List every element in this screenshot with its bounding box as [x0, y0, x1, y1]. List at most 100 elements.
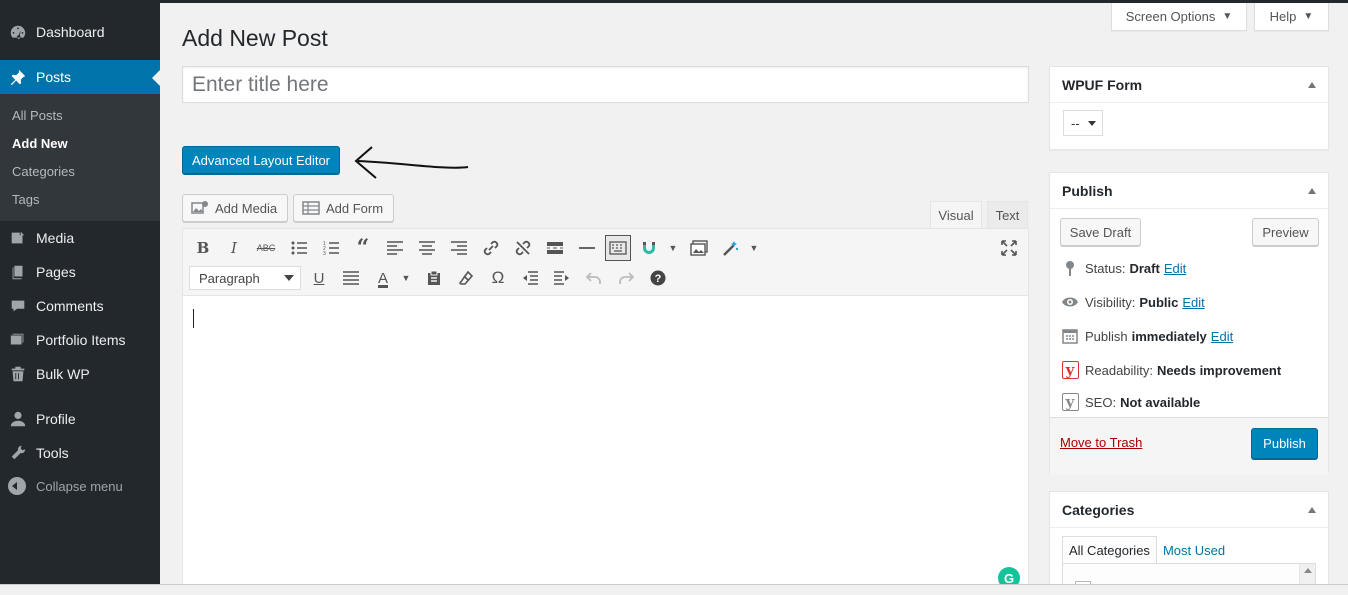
edit-visibility-link[interactable]: Edit	[1182, 295, 1204, 310]
remove-link-icon[interactable]	[510, 235, 536, 261]
collapse-arrow-icon[interactable]	[1308, 82, 1316, 88]
insert-link-icon[interactable]	[478, 235, 504, 261]
tab-text[interactable]: Text	[987, 201, 1028, 229]
align-left-icon[interactable]	[382, 235, 408, 261]
help-button[interactable]: Help ▼	[1254, 3, 1329, 31]
indent-icon[interactable]	[549, 265, 575, 291]
taskbar-strip	[0, 584, 1348, 595]
wrench-icon	[8, 443, 28, 463]
sidebar-item-profile[interactable]: Profile	[0, 402, 160, 436]
sidebar-item-portfolio-items[interactable]: Portfolio Items	[0, 323, 160, 357]
collapse-label: Collapse menu	[36, 478, 123, 494]
submenu-all-posts[interactable]: All Posts	[12, 108, 63, 123]
undo-icon[interactable]	[581, 265, 607, 291]
status-label: Status:	[1085, 260, 1126, 276]
publish-header[interactable]: Publish	[1050, 173, 1328, 209]
readability-label: Readability:	[1085, 362, 1153, 378]
caret-down-icon[interactable]: ▼	[741, 235, 767, 261]
category-tabs: All Categories Most Used	[1062, 536, 1231, 564]
pin-icon	[1060, 258, 1080, 278]
redo-icon[interactable]	[613, 265, 639, 291]
sidebar-item-bulk-wp[interactable]: Bulk WP	[0, 357, 160, 391]
sidebar-item-dashboard[interactable]: Dashboard	[0, 15, 160, 49]
sidebar-item-label: Dashboard	[36, 24, 105, 40]
post-title-input[interactable]	[182, 66, 1029, 103]
format-select-value: Paragraph	[199, 270, 260, 286]
advanced-layout-editor-button[interactable]: Advanced Layout Editor	[182, 146, 340, 174]
horizontal-line-icon[interactable]	[574, 235, 600, 261]
blockquote-icon[interactable]: “	[350, 235, 376, 261]
collapse-arrow-icon[interactable]	[1308, 507, 1316, 513]
move-to-trash-link[interactable]: Move to Trash	[1060, 435, 1142, 450]
submenu-categories[interactable]: Categories	[12, 164, 75, 179]
editor-toolbar: B I ABC 123 “ ▼ ▼ Paragraph U A ▼ Ω ?	[183, 229, 1028, 296]
toolbar-toggle-icon[interactable]	[605, 235, 631, 261]
readability-value: Needs improvement	[1156, 362, 1282, 378]
editor-content-area[interactable]: G	[183, 296, 1028, 594]
strikethrough-icon[interactable]: ABC	[253, 235, 279, 261]
outdent-icon[interactable]	[517, 265, 543, 291]
screen-options-button[interactable]: Screen Options ▼	[1111, 3, 1247, 31]
wpuf-form-select-value: --	[1071, 115, 1080, 131]
save-draft-button[interactable]: Save Draft	[1060, 218, 1141, 246]
caret-down-icon[interactable]: ▼	[660, 235, 686, 261]
clear-formatting-icon[interactable]	[453, 265, 479, 291]
collapse-arrow-icon[interactable]	[1308, 188, 1316, 194]
svg-text:3: 3	[323, 251, 326, 255]
image-gallery-icon[interactable]	[686, 235, 712, 261]
magnet-plugin-icon[interactable]	[636, 235, 662, 261]
tab-visual[interactable]: Visual	[930, 201, 982, 229]
edit-publish-time-link[interactable]: Edit	[1211, 329, 1233, 344]
tab-most-used[interactable]: Most Used	[1157, 536, 1231, 564]
preview-button[interactable]: Preview	[1252, 218, 1319, 246]
numbered-list-icon[interactable]: 123	[318, 235, 344, 261]
align-right-icon[interactable]	[446, 235, 472, 261]
paste-text-icon[interactable]	[421, 265, 447, 291]
underline-icon[interactable]: U	[306, 265, 332, 291]
bullet-list-icon[interactable]	[286, 235, 312, 261]
yoast-glyph: y	[1061, 361, 1079, 379]
add-media-button[interactable]: Add Media	[182, 194, 289, 222]
wpuf-form-select[interactable]: --	[1063, 110, 1103, 136]
publish-button[interactable]: Publish	[1251, 428, 1318, 459]
edit-status-link[interactable]: Edit	[1164, 261, 1186, 276]
calendar-icon	[1060, 326, 1080, 346]
publish-time-value: immediately	[1131, 328, 1207, 344]
tab-all-categories[interactable]: All Categories	[1062, 536, 1157, 564]
publish-title: Publish	[1062, 182, 1113, 199]
dashboard-icon	[8, 22, 28, 42]
format-select[interactable]: Paragraph	[189, 266, 301, 290]
visibility-row: Visibility: Public Edit	[1060, 292, 1205, 312]
sidebar-item-label: Posts	[36, 69, 72, 85]
bold-icon[interactable]: B	[190, 235, 216, 261]
read-more-icon[interactable]	[542, 235, 568, 261]
categories-header[interactable]: Categories	[1050, 492, 1328, 528]
caret-down-icon[interactable]: ▼	[393, 265, 419, 291]
caret-down-icon: ▼	[1222, 11, 1233, 22]
categories-panel: Categories All Categories Most Used	[1049, 491, 1329, 595]
fullscreen-icon[interactable]	[996, 235, 1022, 261]
visibility-label: Visibility:	[1085, 294, 1136, 310]
sidebar-item-comments[interactable]: Comments	[0, 289, 160, 323]
seo-value: Not available	[1120, 394, 1201, 410]
justify-icon[interactable]	[338, 265, 364, 291]
special-character-icon[interactable]: Ω	[485, 265, 511, 291]
form-table-icon	[302, 200, 320, 216]
collapse-menu-button[interactable]: Collapse menu	[8, 477, 123, 495]
submenu-tags[interactable]: Tags	[12, 192, 39, 207]
sidebar-item-pages[interactable]: Pages	[0, 255, 160, 289]
wpuf-form-header[interactable]: WPUF Form	[1050, 67, 1328, 103]
caret-down-icon: ▼	[1303, 11, 1314, 22]
sidebar-item-label: Profile	[36, 411, 76, 427]
add-form-button[interactable]: Add Form	[293, 194, 395, 222]
collapse-icon	[8, 477, 26, 495]
italic-icon[interactable]: I	[221, 235, 247, 261]
sidebar-item-posts[interactable]: Posts	[0, 60, 160, 94]
sidebar-item-media[interactable]: Media	[0, 221, 160, 255]
align-center-icon[interactable]	[414, 235, 440, 261]
help-icon[interactable]: ?	[645, 265, 671, 291]
submenu-add-new[interactable]: Add New	[12, 136, 68, 151]
sidebar-item-tools[interactable]: Tools	[0, 436, 160, 470]
text-cursor	[193, 309, 194, 328]
help-label: Help	[1269, 9, 1297, 24]
